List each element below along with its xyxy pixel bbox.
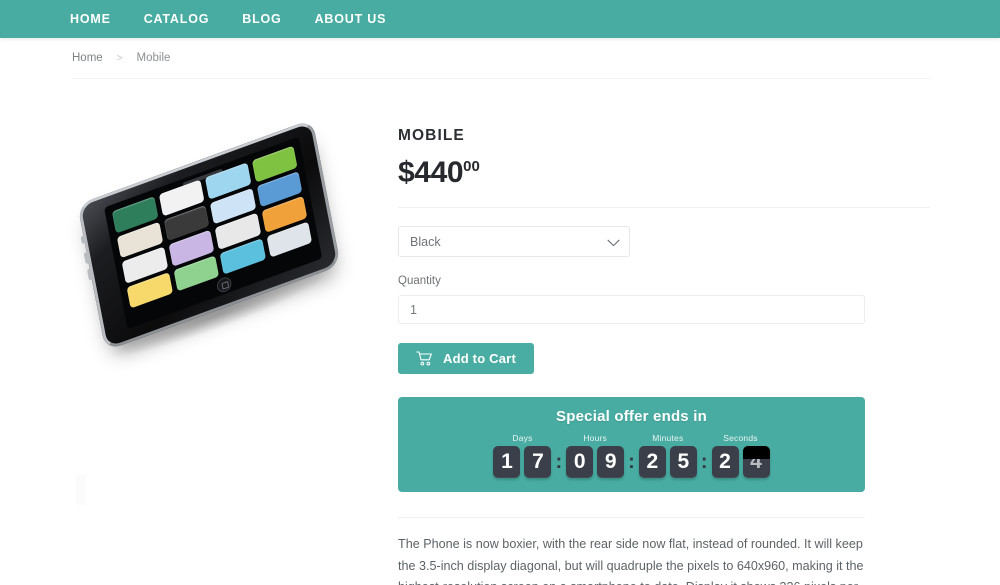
countdown-digit-pair: 17	[493, 446, 552, 478]
quantity-input[interactable]	[398, 295, 865, 324]
nav-item-about-us[interactable]: ABOUT US	[315, 12, 387, 26]
breadcrumb-current-page: Mobile	[136, 52, 171, 64]
countdown-digit-tile: 7	[524, 446, 552, 478]
phone-home-button	[215, 275, 233, 295]
nav-item-catalog[interactable]: CATALOG	[144, 12, 210, 26]
countdown-digit-tile: 2	[711, 446, 739, 478]
countdown-digit-pair: 25	[638, 446, 697, 478]
product-detail-section: MOBILE $44000 BlackWhite Quantity	[0, 79, 1000, 585]
price-cents: 00	[463, 158, 480, 175]
countdown-digit-pair: 24	[711, 446, 770, 478]
shopping-cart-icon	[416, 351, 433, 366]
add-to-cart-button[interactable]: Add to Cart	[398, 343, 534, 374]
variant-select[interactable]: BlackWhite	[398, 226, 630, 257]
decorative-page-mark	[76, 475, 86, 505]
countdown-digit-tile: 9	[597, 446, 625, 478]
countdown-unit-label: Hours	[583, 433, 607, 443]
countdown-separator: :	[555, 451, 563, 473]
variant-select-wrapper: BlackWhite	[398, 226, 630, 257]
product-image[interactable]	[70, 119, 370, 368]
add-to-cart-label: Add to Cart	[443, 351, 516, 366]
countdown-digit-tile: 2	[638, 446, 666, 478]
countdown-separator: :	[700, 451, 708, 473]
page-title: MOBILE	[398, 127, 465, 144]
breadcrumb-link-home[interactable]: Home	[72, 52, 103, 64]
countdown-unit-label: Minutes	[652, 433, 684, 443]
product-info-column: MOBILE $44000 BlackWhite Quantity	[398, 103, 930, 585]
breadcrumb-region: Home > Mobile	[0, 38, 1000, 79]
countdown-digit-pair: 09	[566, 446, 625, 478]
countdown-digit-tile: 5	[669, 446, 697, 478]
countdown-timer-row: Days 1 7: Hours 0 9: Minutes 2 5: Seconds 2 4	[398, 433, 865, 478]
countdown-unit-seconds: Seconds 2 4	[711, 433, 770, 478]
countdown-unit-days: Days 1 7	[493, 433, 552, 478]
countdown-unit-label: Days	[512, 433, 533, 443]
product-media-column	[70, 103, 398, 585]
countdown-unit-label: Seconds	[723, 433, 758, 443]
countdown-digit-tile: 0	[566, 446, 594, 478]
nav-item-blog[interactable]: BLOG	[242, 12, 281, 26]
nav-item-home[interactable]: HOME	[70, 12, 111, 26]
product-price: $44000	[398, 158, 930, 188]
divider-above-variant	[398, 207, 930, 208]
breadcrumb-separator-icon: >	[116, 52, 123, 64]
countdown-unit-minutes: Minutes 2 5	[638, 433, 697, 478]
countdown-digit-tile: 1	[493, 446, 521, 478]
countdown-unit-hours: Hours 0 9	[566, 433, 625, 478]
product-description: The Phone is now boxier, with the rear s…	[398, 537, 864, 585]
countdown-digit-tile: 4	[742, 446, 770, 478]
divider-above-description	[398, 517, 865, 518]
breadcrumb: Home > Mobile	[72, 52, 930, 79]
countdown-title: Special offer ends in	[556, 408, 707, 425]
countdown-separator: :	[628, 451, 635, 473]
special-offer-countdown: Special offer ends in Days 1 7: Hours 0 9: Min…	[398, 397, 865, 492]
top-navigation-bar: HOME CATALOG BLOG ABOUT US	[0, 0, 1000, 38]
quantity-label: Quantity	[398, 275, 441, 287]
price-amount: $440	[398, 156, 464, 189]
